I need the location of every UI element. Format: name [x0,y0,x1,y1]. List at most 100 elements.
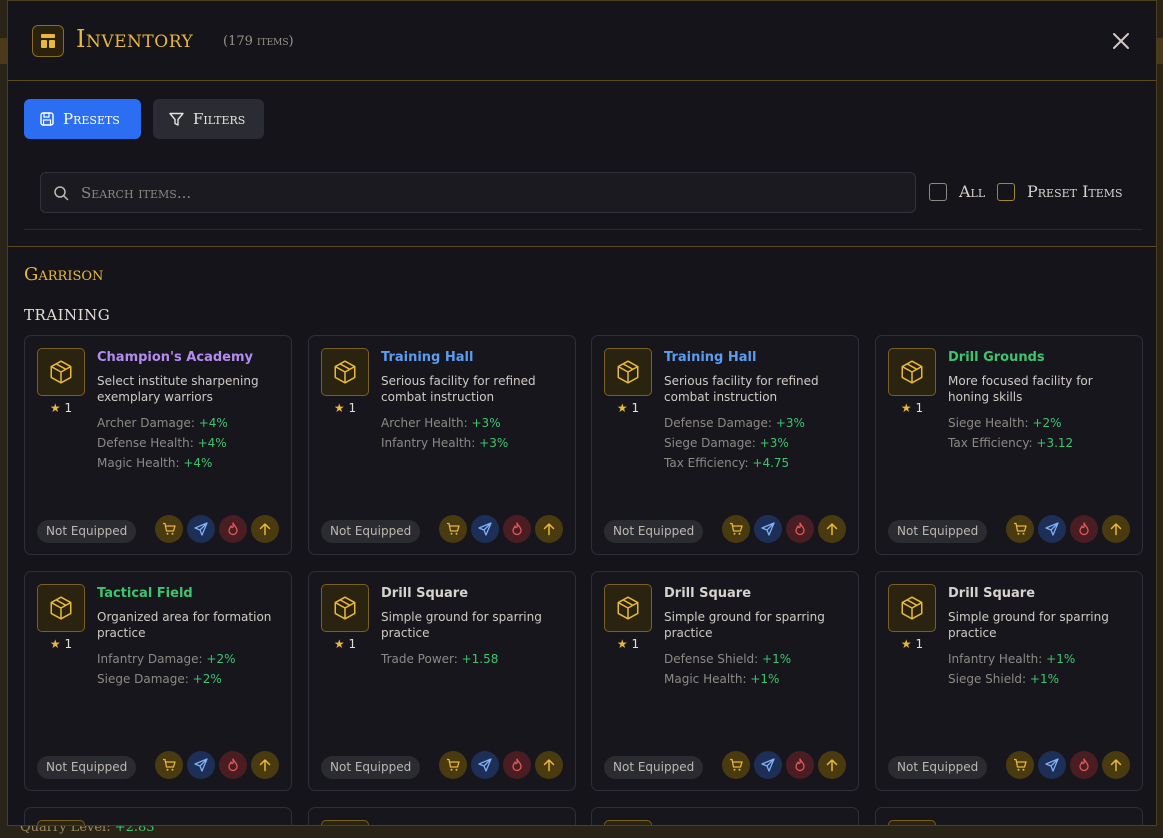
status-badge: Not Equipped [37,756,137,779]
box-icon [901,596,923,620]
preset-items-checkbox[interactable]: Preset Items [997,182,1123,201]
item-actions [439,515,563,543]
upgrade-button[interactable] [535,751,563,779]
buy-button[interactable] [439,751,467,779]
item-card[interactable]: ★ 1 Training Hall Serious facility for ref… [308,335,576,555]
item-description: Serious facility for refined combat inst… [664,374,819,404]
preset-items-checkbox-box[interactable] [997,182,1015,201]
search-box [40,172,916,213]
box-icon [901,360,923,384]
item-actions [1006,515,1130,543]
item-card-partial[interactable] [875,807,1143,825]
item-stats: Defense Damage: +3% Siege Damage: +3% Tax … [664,413,805,473]
item-stat: Siege Damage: +3% [664,433,805,453]
item-card[interactable]: ★ 1 Drill Square Simple ground for sparrin… [591,571,859,791]
item-actions [155,751,279,779]
upgrade-button[interactable] [251,515,279,543]
buy-button[interactable] [155,515,183,543]
presets-button[interactable]: Presets [24,99,141,139]
send-button[interactable] [1038,515,1066,543]
send-button[interactable] [754,515,782,543]
item-thumbnail [888,348,936,396]
star-rating: ★ 1 [37,637,85,651]
item-card[interactable]: ★ 1 Drill Grounds More focused facility fo… [875,335,1143,555]
box-icon [50,360,72,384]
all-checkbox-box[interactable] [929,182,947,201]
upgrade-button[interactable] [1102,515,1130,543]
burn-button[interactable] [219,515,247,543]
item-stat-value: +3.12 [1036,436,1074,450]
item-card[interactable]: ★ 1 Drill Square Simple ground for sparrin… [308,571,576,791]
item-stat-label: Siege Health: [948,416,1029,430]
burn-button[interactable] [1070,751,1098,779]
flame-icon [1077,522,1091,536]
upgrade-button[interactable] [818,515,846,543]
send-button[interactable] [187,751,215,779]
item-stat: Magic Health: +4% [97,453,228,473]
flame-icon [793,522,807,536]
upgrade-button[interactable] [535,515,563,543]
upgrade-button[interactable] [251,751,279,779]
box-icon [334,596,356,620]
burn-button[interactable] [786,515,814,543]
buy-button[interactable] [439,515,467,543]
item-card-partial[interactable] [24,807,292,825]
search-input[interactable] [81,173,901,212]
status-badge: Not Equipped [321,756,421,779]
item-stat: Defense Damage: +3% [664,413,805,433]
buy-button[interactable] [1006,515,1034,543]
buy-button[interactable] [722,751,750,779]
item-card-partial[interactable] [591,807,859,825]
item-stat-value: +4% [197,436,227,450]
inventory-icon [32,25,64,57]
close-button[interactable] [1108,28,1134,54]
send-icon [478,758,492,772]
upgrade-button[interactable] [818,751,846,779]
item-stats: Defense Shield: +1% Magic Health: +1% [664,649,791,689]
item-stat-label: Defense Shield: [664,652,759,666]
item-stat-label: Siege Damage: [664,436,756,450]
buy-button[interactable] [1006,751,1034,779]
filter-icon [169,112,184,126]
star-icon: ★ [900,401,912,415]
item-name: Tactical Field [97,586,193,601]
upgrade-button[interactable] [1102,751,1130,779]
item-thumbnail [604,348,652,396]
filters-button[interactable]: Filters [153,99,264,139]
all-checkbox[interactable]: All [929,182,985,201]
burn-button[interactable] [219,751,247,779]
item-stats: Infantry Health: +1% Siege Shield: +1% [948,649,1075,689]
item-name: Drill Square [948,586,1036,601]
item-actions [722,751,846,779]
item-stat-label: Magic Health: [664,672,747,686]
item-description: Simple ground for sparring practice [948,610,1109,640]
item-name: Training Hall [664,350,757,365]
burn-button[interactable] [786,751,814,779]
send-button[interactable] [187,515,215,543]
item-card[interactable]: ★ 1 Drill Square Simple ground for sparrin… [875,571,1143,791]
buy-button[interactable] [722,515,750,543]
item-name: Drill Square [381,586,469,601]
item-card[interactable]: ★ 1 Tactical Field Organized area for form… [24,571,292,791]
star-icon: ★ [49,637,61,651]
burn-button[interactable] [503,751,531,779]
item-card[interactable]: ★ 1 Training Hall Serious facility for ref… [591,335,859,555]
send-button[interactable] [754,751,782,779]
cart-icon [729,522,743,536]
send-icon [761,522,775,536]
send-button[interactable] [471,751,499,779]
box-icon [334,360,356,384]
item-description: Simple ground for sparring practice [381,610,542,640]
send-button[interactable] [471,515,499,543]
item-card-partial[interactable] [308,807,576,825]
burn-button[interactable] [1070,515,1098,543]
item-stat: Siege Damage: +2% [97,669,235,689]
send-button[interactable] [1038,751,1066,779]
star-icon: ★ [333,637,345,651]
item-description: Serious facility for refined combat inst… [381,374,536,404]
item-stat-value: +1% [762,652,792,666]
item-card[interactable]: ★ 1 Champion's Academy Select institute sh… [24,335,292,555]
star-rating: ★ 1 [888,637,936,651]
buy-button[interactable] [155,751,183,779]
burn-button[interactable] [503,515,531,543]
